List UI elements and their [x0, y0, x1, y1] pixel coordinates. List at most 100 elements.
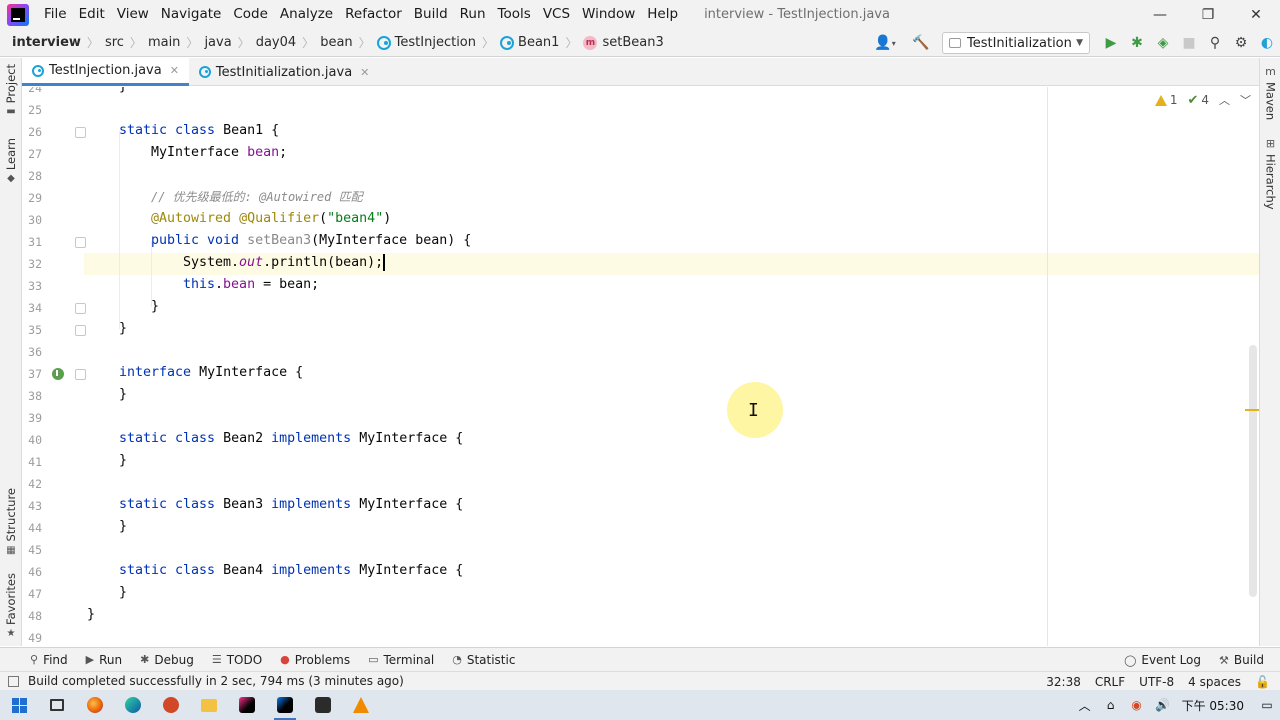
terminal-app-icon[interactable]: [304, 690, 342, 720]
minimize-button[interactable]: —: [1136, 0, 1184, 29]
run-configuration-select[interactable]: TestInitialization ▼: [942, 32, 1090, 54]
menu-analyze[interactable]: Analyze: [274, 0, 339, 29]
inspections-widget[interactable]: 1 ✔ 4 ︿ ﹀: [1154, 92, 1251, 108]
menu-window[interactable]: Window: [576, 0, 641, 29]
statistic-tool-button[interactable]: ◔ Statistic: [452, 653, 515, 667]
weak-warnings-indicator[interactable]: ✔ 4: [1187, 93, 1209, 108]
tool-windows-toggle-icon[interactable]: [8, 675, 19, 687]
volume-icon[interactable]: 🔊: [1150, 698, 1176, 712]
learn-tool-tab[interactable]: Learn ◆: [0, 138, 22, 184]
network-icon[interactable]: ⌂: [1098, 698, 1124, 712]
intellij-idea-icon[interactable]: [266, 690, 304, 720]
find-label: Find: [43, 652, 68, 667]
problems-tool-button[interactable]: ● Problems: [280, 653, 350, 667]
debug-tool-button[interactable]: ✱ Debug: [140, 653, 194, 667]
edge-icon[interactable]: [114, 690, 152, 720]
lock-icon[interactable]: 🔓: [1255, 675, 1270, 689]
caret-position[interactable]: 32:38: [1046, 675, 1081, 689]
run-tool-button[interactable]: ▶ Run: [86, 653, 122, 667]
hierarchy-tool-tab[interactable]: ⊞ Hierarchy: [1260, 138, 1280, 210]
code-token: bean: [223, 277, 256, 292]
tab-testinjection[interactable]: TestInjection.java ✕: [22, 58, 189, 86]
breadcrumb-method[interactable]: m setBean3: [577, 35, 664, 50]
task-view-icon[interactable]: [38, 690, 76, 720]
project-tool-tab[interactable]: Project ▬: [0, 64, 22, 117]
find-tool-button[interactable]: ⚲ Find: [30, 653, 68, 667]
stop-icon[interactable]: ■: [1176, 30, 1202, 56]
user-icon[interactable]: 👤 ▾: [868, 30, 902, 56]
menu-code[interactable]: Code: [227, 0, 274, 29]
menu-view[interactable]: View: [111, 0, 155, 29]
gear-icon[interactable]: ⚙: [1228, 30, 1254, 56]
status-message[interactable]: Build completed successfully in 2 sec, 7…: [28, 674, 404, 688]
line-separator[interactable]: CRLF: [1095, 675, 1125, 689]
class-icon: [198, 66, 211, 78]
structure-tool-tab[interactable]: Structure ▦: [0, 488, 22, 556]
debug-icon[interactable]: ✱: [1124, 30, 1150, 56]
close-icon[interactable]: ✕: [170, 64, 179, 77]
coverage-icon[interactable]: ◈: [1150, 30, 1176, 56]
file-encoding[interactable]: UTF-8: [1139, 675, 1174, 689]
breadcrumb-class-bean1[interactable]: Bean1: [494, 35, 559, 50]
maven-tool-tab[interactable]: m Maven: [1260, 66, 1280, 121]
run-label: Run: [99, 652, 123, 667]
implemented-by-icon[interactable]: [52, 368, 64, 380]
build-label: Build: [1233, 653, 1264, 667]
notification-icon[interactable]: ▭: [1254, 698, 1280, 712]
app-tray-icon[interactable]: ◉: [1124, 698, 1150, 712]
close-window-button[interactable]: ✕: [1232, 0, 1280, 29]
firefox-icon[interactable]: [76, 690, 114, 720]
favorites-tool-tab[interactable]: Favorites ★: [0, 573, 22, 639]
vlc-icon[interactable]: [342, 690, 380, 720]
breadcrumb-java[interactable]: java: [198, 35, 231, 50]
menu-refactor[interactable]: Refactor: [339, 0, 408, 29]
menu-edit[interactable]: Edit: [73, 0, 111, 29]
breadcrumb-class-testinjection[interactable]: TestInjection: [371, 35, 476, 50]
menu-navigate[interactable]: Navigate: [155, 0, 228, 29]
vertical-scrollbar[interactable]: [1249, 345, 1257, 597]
breadcrumb-bean[interactable]: bean: [314, 35, 352, 50]
windows-start-icon[interactable]: [0, 690, 38, 720]
code-token: }: [87, 87, 127, 94]
restore-button[interactable]: ❐: [1184, 0, 1232, 29]
jetbrains-app-icon[interactable]: [228, 690, 266, 720]
clock[interactable]: 下午 05:30: [1182, 697, 1244, 714]
breadcrumb-main[interactable]: main: [142, 35, 180, 50]
menu-vcs[interactable]: VCS: [537, 0, 576, 29]
event-log-button[interactable]: ◯ Event Log: [1124, 653, 1201, 667]
search-icon[interactable]: ⚲: [1202, 30, 1228, 56]
code-with-me-icon[interactable]: ◐: [1254, 30, 1280, 56]
chevron-up-icon[interactable]: ︿: [1072, 697, 1098, 714]
breadcrumb-project[interactable]: interview: [0, 35, 81, 50]
build-hammer-icon[interactable]: 🔨: [908, 30, 934, 56]
warning-stripe-marker[interactable]: [1245, 409, 1259, 411]
menu-help[interactable]: Help: [641, 0, 684, 29]
todo-tool-button[interactable]: ☰ TODO: [212, 653, 262, 667]
fold-marker[interactable]: [75, 237, 86, 248]
menu-file[interactable]: File: [38, 0, 73, 29]
powerpoint-icon[interactable]: [152, 690, 190, 720]
code-editor[interactable]: 24 25 26 27 28 29 30 31 32 33 34 35 36 3…: [22, 87, 1259, 646]
previous-highlight-button[interactable]: ︿: [1219, 92, 1230, 108]
run-icon[interactable]: ▶: [1098, 30, 1124, 56]
fold-marker[interactable]: [75, 369, 86, 380]
breadcrumb-day04[interactable]: day04: [250, 35, 296, 50]
fold-marker[interactable]: [75, 127, 86, 138]
tab-testinitialization[interactable]: TestInitialization.java ✕: [189, 58, 379, 86]
fold-marker[interactable]: [75, 303, 86, 314]
warnings-indicator[interactable]: 1: [1154, 93, 1177, 107]
breadcrumb-src[interactable]: src: [99, 35, 124, 50]
file-explorer-icon[interactable]: [190, 690, 228, 720]
menu-run[interactable]: Run: [454, 0, 492, 29]
code-line: }: [87, 318, 127, 340]
indent-setting[interactable]: 4 spaces: [1188, 675, 1241, 689]
menu-build[interactable]: Build: [408, 0, 454, 29]
bug-icon: ✱: [140, 653, 150, 666]
terminal-tool-button[interactable]: ▭ Terminal: [368, 653, 434, 667]
fold-marker[interactable]: [75, 325, 86, 336]
menu-tools[interactable]: Tools: [492, 0, 537, 29]
build-tool-button[interactable]: ⚒ Build: [1219, 653, 1264, 667]
close-icon[interactable]: ✕: [360, 66, 369, 79]
class-icon: [376, 35, 391, 50]
next-highlight-button[interactable]: ﹀: [1240, 92, 1251, 108]
